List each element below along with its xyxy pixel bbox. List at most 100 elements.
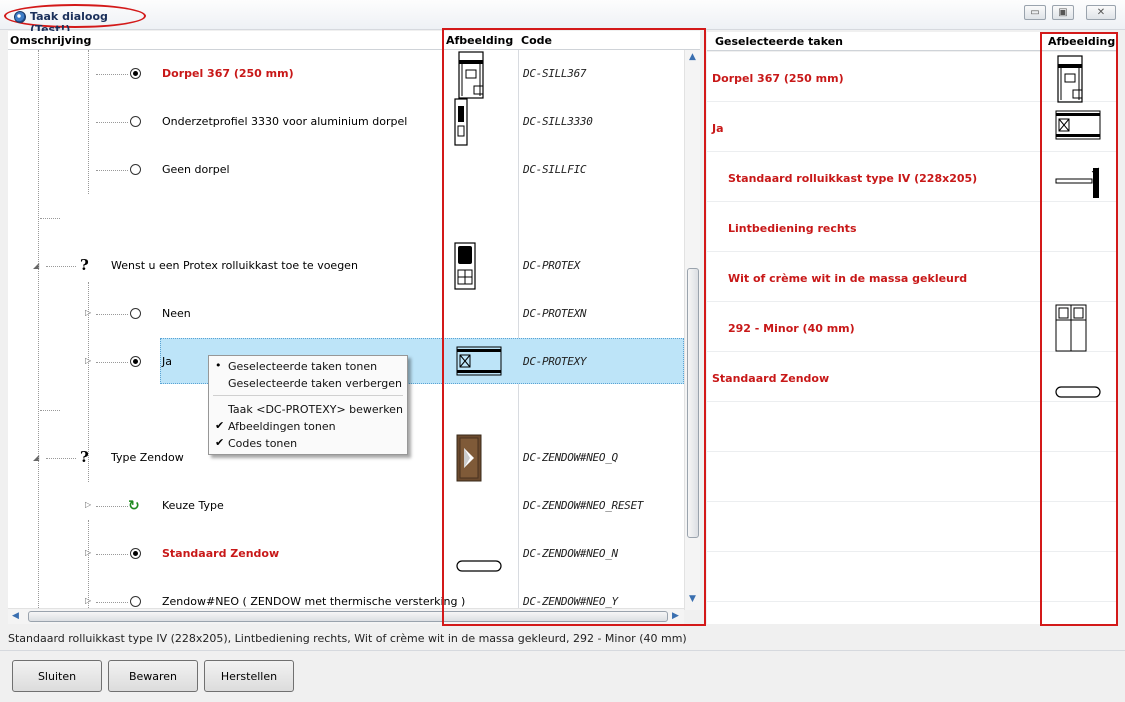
scroll-thumb-horizontal[interactable] — [28, 611, 668, 622]
tree-row-code: DC-PROTEX — [523, 259, 580, 272]
tree-row-label: Neen — [162, 307, 191, 320]
tree-row[interactable]: Geen dorpel DC-SILLFIC — [8, 146, 684, 194]
tree-guide-line — [88, 520, 89, 610]
selected-task-row[interactable] — [707, 552, 1117, 602]
tree-row-label: Onderzetprofiel 3330 voor aluminium dorp… — [162, 115, 408, 128]
close-icon: ✕ — [1096, 7, 1106, 18]
tree-row-label: Dorpel 367 (250 mm) — [162, 67, 294, 80]
context-menu-item[interactable]: Taak <DC-PROTEXY> bewerken — [209, 401, 407, 418]
header-code[interactable]: Code — [521, 34, 552, 47]
minimize-icon: ▭ — [1030, 7, 1040, 18]
tree-row-label: Ja — [162, 355, 172, 368]
selected-task-row[interactable]: Dorpel 367 (250 mm) — [707, 52, 1117, 103]
selected-tasks-list[interactable]: Dorpel 367 (250 mm) Ja Standaard rolluikka… — [707, 52, 1117, 624]
selected-task-row[interactable]: Standaard rolluikkast type IV (228x205) — [707, 152, 1117, 202]
zendow-standard-icon — [1055, 386, 1101, 401]
tree-guide-line — [88, 50, 89, 194]
tree-connector — [40, 410, 60, 411]
radio-button[interactable] — [130, 164, 141, 175]
tree-row[interactable]: ▷ ↻ Keuze Type DC-ZENDOW#NEO_RESET — [8, 482, 684, 530]
header-selected-image[interactable]: Afbeelding — [1048, 35, 1115, 48]
selected-task-row[interactable] — [707, 452, 1117, 502]
roller-box-icon — [1055, 166, 1103, 203]
selected-task-row[interactable]: Ja — [707, 102, 1117, 152]
tree-row[interactable]: ◢? Wenst u een Protex rolluikkast toe te … — [8, 242, 684, 290]
selected-task-label: Ja — [712, 122, 724, 135]
tree-row[interactable]: Onderzetprofiel 3330 voor aluminium dorp… — [8, 98, 684, 146]
selected-task-label: Dorpel 367 (250 mm) — [712, 72, 844, 85]
context-menu-label: Geselecteerde taken tonen — [228, 360, 378, 373]
tree-row[interactable]: ▷ Zendow#NEO ( ZENDOW met thermische vers… — [8, 578, 684, 610]
question-icon: ? — [80, 256, 89, 274]
tree-row-label: Zendow#NEO ( ZENDOW met thermische verst… — [162, 595, 466, 608]
selected-task-label: Lintbediening rechts — [728, 222, 857, 235]
selected-task-row[interactable]: 292 - Minor (40 mm) — [707, 302, 1117, 352]
close-window-button[interactable]: ✕ — [1086, 5, 1116, 20]
tree-row[interactable] — [8, 194, 684, 242]
scroll-down-icon[interactable]: ▼ — [689, 594, 696, 604]
selected-tasks-header: Geselecteerde taken Afbeelding — [707, 32, 1117, 51]
context-menu-item[interactable]: Geselecteerde taken verbergen — [209, 375, 407, 392]
tree-vertical-scrollbar[interactable]: ▲ ▼ — [684, 50, 700, 610]
selected-task-row[interactable] — [707, 402, 1117, 452]
save-button[interactable]: Bewaren — [108, 660, 198, 692]
tree-row-code: DC-SILL367 — [523, 67, 587, 80]
context-menu-item[interactable]: ✔ Codes tonen — [209, 435, 407, 452]
protex-yes-icon — [456, 346, 502, 379]
context-menu-label: Geselecteerde taken verbergen — [228, 377, 402, 390]
tree-row-label: Keuze Type — [162, 499, 224, 512]
tree-connector — [96, 506, 128, 507]
header-description[interactable]: Omschrijving — [10, 34, 91, 47]
minimize-button[interactable]: ▭ — [1024, 5, 1046, 20]
tree-connector — [96, 314, 128, 315]
tree-row-label: Geen dorpel — [162, 163, 230, 176]
tree-connector — [40, 218, 60, 219]
scroll-right-icon[interactable]: ▶ — [672, 611, 679, 621]
tree-horizontal-scrollbar[interactable]: ◀ ▶ — [8, 608, 684, 624]
tree-connector — [96, 170, 128, 171]
tree-connector — [96, 74, 128, 75]
selected-task-row[interactable] — [707, 502, 1117, 552]
context-menu-item[interactable]: ✔ Afbeeldingen tonen — [209, 418, 407, 435]
header-image[interactable]: Afbeelding — [446, 34, 513, 47]
expand-icon[interactable]: ▷ — [85, 500, 91, 509]
tree-row-code: DC-ZENDOW#NEO_Q — [523, 451, 618, 464]
radio-button[interactable] — [130, 596, 141, 607]
header-selected-tasks[interactable]: Geselecteerde taken — [715, 35, 843, 48]
context-menu: • Geselecteerde taken tonen Geselecteerde … — [208, 355, 408, 455]
tree-row-label: Wenst u een Protex rolluikkast toe te vo… — [111, 259, 358, 272]
reset-icon[interactable]: ↻ — [128, 498, 140, 514]
tree-header: Omschrijving Afbeelding Code — [8, 31, 700, 50]
checkmark-icon: ✔ — [215, 419, 225, 432]
tree-connector — [46, 266, 76, 267]
task-tree[interactable]: Dorpel 367 (250 mm) DC-SILL367 Onderzetpro… — [8, 50, 684, 610]
selected-task-label: Standaard rolluikkast type IV (228x205) — [728, 172, 978, 185]
tree-row[interactable]: Dorpel 367 (250 mm) DC-SILL367 — [8, 50, 684, 99]
tree-row-code: DC-PROTEXN — [523, 307, 587, 320]
tree-connector — [96, 362, 128, 363]
protex-yes-icon — [1055, 110, 1101, 143]
restore-button[interactable]: Herstellen — [204, 660, 294, 692]
selected-task-row[interactable]: Lintbediening rechts — [707, 202, 1117, 252]
radio-button[interactable] — [130, 548, 141, 559]
scroll-up-icon[interactable]: ▲ — [689, 52, 696, 62]
tree-guide-line — [88, 282, 89, 482]
tree-row[interactable]: ▷ Standaard Zendow DC-ZENDOW#NEO_N — [8, 530, 684, 578]
tree-row-code: DC-PROTEXY — [523, 355, 587, 368]
radio-button[interactable] — [130, 68, 141, 79]
close-button[interactable]: Sluiten — [12, 660, 102, 692]
tree-row[interactable]: ▷ Neen DC-PROTEXN — [8, 290, 684, 338]
selected-task-row[interactable]: Wit of crème wit in de massa gekleurd — [707, 252, 1117, 302]
context-menu-item[interactable]: • Geselecteerde taken tonen — [209, 358, 407, 375]
minor-icon — [1055, 304, 1087, 355]
tree-row-label: Standaard Zendow — [162, 547, 280, 560]
radio-button[interactable] — [130, 308, 141, 319]
selected-task-row[interactable]: Standaard Zendow — [707, 352, 1117, 402]
maximize-button[interactable]: ▣ — [1052, 5, 1074, 20]
radio-button[interactable] — [130, 356, 141, 367]
scroll-thumb[interactable] — [687, 268, 699, 538]
selected-task-label: Wit of crème wit in de massa gekleurd — [728, 272, 968, 285]
protex-icon — [454, 242, 476, 293]
radio-button[interactable] — [130, 116, 141, 127]
scroll-left-icon[interactable]: ◀ — [12, 611, 19, 621]
